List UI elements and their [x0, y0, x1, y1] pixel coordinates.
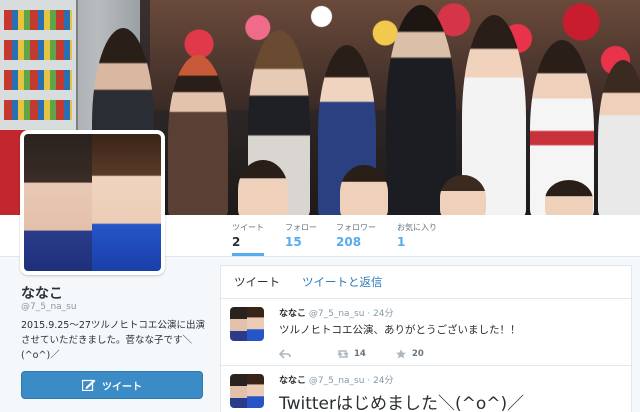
stat-favorites-value: 1 — [397, 235, 406, 249]
tweet-item[interactable]: ななこ @7_5_na_su · 24分 ツルノヒトコエ公演、ありがとうございま… — [221, 299, 631, 366]
retweet-count: 14 — [354, 349, 366, 359]
tweet-avatar[interactable] — [230, 307, 264, 341]
tweet-timestamp[interactable]: · 24分 — [367, 376, 393, 386]
compose-icon — [82, 379, 96, 391]
stat-favorites[interactable]: お気に入り 1 — [397, 222, 437, 249]
profile-name[interactable]: ななこ — [21, 283, 63, 303]
tab-tweets-and-replies[interactable]: ツイートと返信 — [302, 274, 383, 290]
retweet-button[interactable]: 14 — [337, 349, 395, 359]
tweet-avatar[interactable] — [230, 374, 264, 408]
stat-tweets[interactable]: ツイート 2 — [232, 222, 264, 256]
stat-following[interactable]: フォロー 15 — [285, 222, 317, 249]
stat-favorites-label: お気に入り — [397, 223, 437, 232]
stat-following-value: 15 — [285, 235, 302, 249]
stat-tweets-label: ツイート — [232, 223, 264, 232]
tweet-author-name[interactable]: ななこ — [279, 309, 306, 319]
tweet-to-button-label: ツイート — [102, 381, 142, 393]
retweet-icon — [337, 350, 349, 358]
favorite-button[interactable]: 20 — [395, 349, 424, 359]
avatar-person-right — [92, 134, 161, 271]
tweet-text: ツルノヒトコエ公演、ありがとうございました！！ — [279, 324, 521, 336]
tweet-to-button[interactable]: ツイート — [21, 371, 203, 399]
tweet-text: Twitterはじめました＼(^o^)／ — [279, 394, 525, 412]
profile-handle[interactable]: @7_5_na_su — [21, 302, 77, 312]
timeline-tabs: ツイート ツイートと返信 — [221, 266, 631, 299]
stat-followers[interactable]: フォロワー 208 — [336, 222, 376, 249]
tweet-author-name[interactable]: ななこ — [279, 376, 306, 386]
star-icon — [396, 349, 406, 359]
tweet-timestamp[interactable]: · 24分 — [367, 309, 393, 319]
stat-followers-label: フォロワー — [336, 223, 376, 232]
stat-following-label: フォロー — [285, 223, 317, 232]
profile-avatar[interactable] — [20, 130, 165, 275]
timeline: ツイート ツイートと返信 ななこ @7_5_na_su · 24分 ツルノヒトコ… — [220, 265, 632, 412]
reply-icon — [279, 349, 291, 359]
reply-button[interactable] — [279, 349, 337, 359]
tweet-author-handle[interactable]: @7_5_na_su — [309, 376, 365, 386]
stat-tweets-value: 2 — [232, 235, 241, 249]
avatar-person-left — [24, 134, 94, 271]
tweet-item[interactable]: ななこ @7_5_na_su · 24分 Twitterはじめました＼(^o^)… — [221, 366, 631, 412]
profile-bio: 2015.9.25〜27ツルノヒトコエ公演に出演させていただきました。菅なな子で… — [21, 320, 205, 361]
favorite-count: 20 — [412, 349, 424, 359]
tweet-actions: 14 20 — [279, 343, 621, 365]
tab-tweets[interactable]: ツイート — [234, 274, 280, 290]
tweet-author-handle[interactable]: @7_5_na_su — [309, 309, 365, 319]
stat-followers-value: 208 — [336, 235, 362, 249]
